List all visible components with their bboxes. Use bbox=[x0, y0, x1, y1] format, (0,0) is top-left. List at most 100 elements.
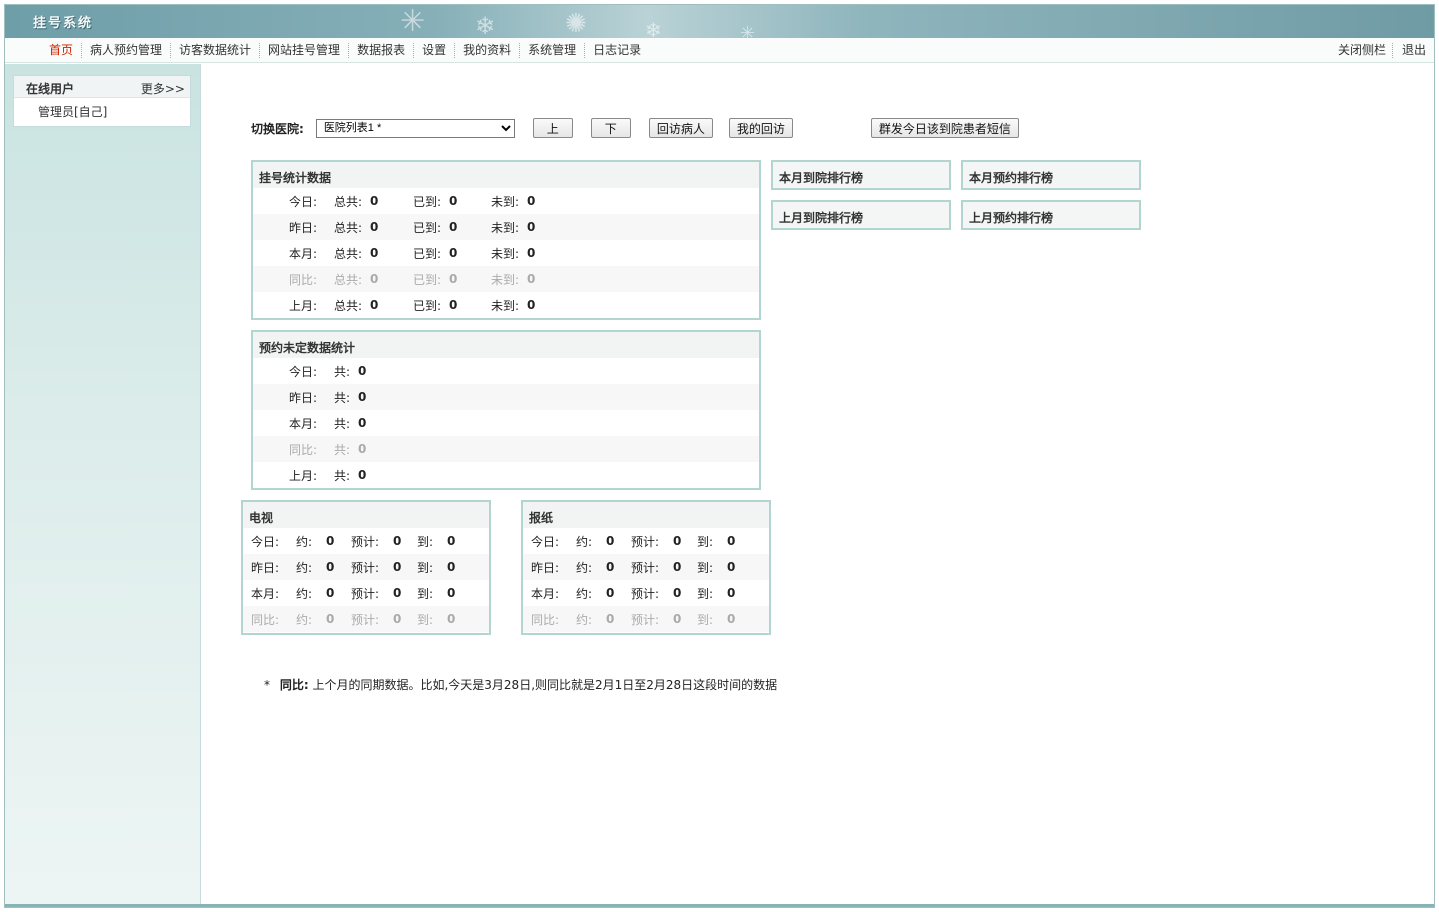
online-users-box: 在线用户 更多>> 管理员[自己] bbox=[13, 75, 191, 127]
pending-row: 昨日: 共: 0 bbox=[253, 384, 759, 410]
tv-arrived-value: 0 bbox=[447, 534, 456, 548]
newspaper-row-label: 昨日: bbox=[531, 560, 560, 575]
not-arrived-value: 0 bbox=[527, 272, 536, 286]
tv-row: 同比: 约: 0 预计: 0 到: 0 bbox=[243, 606, 489, 632]
hospital-select[interactable]: 医院列表1 * bbox=[315, 118, 515, 138]
pending-total-label: 共: bbox=[334, 416, 351, 431]
menu-item-home[interactable]: 首页 bbox=[41, 43, 81, 58]
arrived-label: 已到: bbox=[413, 298, 442, 313]
total-label: 总共: bbox=[334, 298, 363, 313]
online-users-more-link[interactable]: 更多>> bbox=[141, 80, 185, 97]
last-month-arrival-ranking[interactable]: 上月到院排行榜 bbox=[771, 200, 951, 230]
footnote-term: 同比: bbox=[279, 678, 309, 692]
menu-item-web-registration[interactable]: 网站挂号管理 bbox=[259, 43, 348, 58]
online-user-item[interactable]: 管理员[自己] bbox=[38, 103, 107, 120]
tv-media-title: 电视 bbox=[243, 502, 489, 528]
arrived-label: 已到: bbox=[413, 220, 442, 235]
menu-item-my-profile[interactable]: 我的资料 bbox=[454, 43, 519, 58]
registration-stats-title: 挂号统计数据 bbox=[253, 162, 759, 188]
stats-row: 本月: 总共: 0 已到: 0 未到: 0 bbox=[253, 240, 759, 266]
tv-row-label: 同比: bbox=[251, 612, 280, 627]
sidebar: 在线用户 更多>> 管理员[自己] bbox=[5, 64, 201, 907]
newspaper-arrived-value: 0 bbox=[727, 612, 736, 626]
stats-row: 上月: 总共: 0 已到: 0 未到: 0 bbox=[253, 292, 759, 318]
tv-expected-label: 预计: bbox=[351, 560, 380, 575]
tv-booked-value: 0 bbox=[326, 534, 335, 548]
stats-row-label: 本月: bbox=[289, 246, 318, 261]
newspaper-arrived-value: 0 bbox=[727, 534, 736, 548]
newspaper-arrived-label: 到: bbox=[697, 560, 714, 575]
snowflake-decoration-icon: ❄ bbox=[645, 18, 662, 38]
snowflake-decoration-icon: ✳ bbox=[740, 23, 756, 38]
registration-stats-panel: 挂号统计数据 今日: 总共: 0 已到: 0 未到: 0 昨日: 总共: 0 已到: 0 未到: 0 本月:… bbox=[251, 160, 761, 320]
newspaper-arrived-value: 0 bbox=[727, 560, 736, 574]
this-month-booking-ranking[interactable]: 本月预约排行榜 bbox=[961, 160, 1141, 190]
close-sidebar-link[interactable]: 关闭侧栏 bbox=[1329, 43, 1392, 58]
tv-arrived-label: 到: bbox=[417, 534, 434, 549]
pending-total-value: 0 bbox=[358, 442, 367, 456]
pending-total-value: 0 bbox=[358, 364, 367, 378]
newspaper-expected-value: 0 bbox=[673, 534, 682, 548]
total-label: 总共: bbox=[334, 272, 363, 287]
pending-row: 同比: 共: 0 bbox=[253, 436, 759, 462]
stats-row-label: 昨日: bbox=[289, 220, 318, 235]
last-month-booking-ranking[interactable]: 上月预约排行榜 bbox=[961, 200, 1141, 230]
menu-right: 关闭侧栏 退出 bbox=[1329, 43, 1432, 58]
menu-item-logs[interactable]: 日志记录 bbox=[584, 43, 649, 58]
tv-expected-value: 0 bbox=[393, 560, 402, 574]
pending-row: 上月: 共: 0 bbox=[253, 462, 759, 488]
arrived-value: 0 bbox=[449, 220, 458, 234]
not-arrived-value: 0 bbox=[527, 220, 536, 234]
tv-booked-label: 约: bbox=[296, 534, 313, 549]
app-title: 挂号系统 bbox=[33, 16, 94, 31]
this-month-arrival-ranking[interactable]: 本月到院排行榜 bbox=[771, 160, 951, 190]
sms-broadcast-button[interactable]: 群发今日该到院患者短信 bbox=[870, 118, 1019, 138]
menu-item-appointments[interactable]: 病人预约管理 bbox=[81, 43, 170, 58]
menu-item-reports[interactable]: 数据报表 bbox=[348, 43, 413, 58]
newspaper-arrived-label: 到: bbox=[697, 586, 714, 601]
main-menu-bar: 首页 病人预约管理 访客数据统计 网站挂号管理 数据报表 设置 我的资料 系统管… bbox=[5, 38, 1434, 63]
tv-booked-label: 约: bbox=[296, 612, 313, 627]
newspaper-booked-value: 0 bbox=[606, 586, 615, 600]
title-banner: 挂号系统 ✳ ❄ ✺ ❄ ✳ bbox=[5, 5, 1434, 38]
menu-item-settings[interactable]: 设置 bbox=[413, 43, 454, 58]
pending-total-value: 0 bbox=[358, 390, 367, 404]
logout-link[interactable]: 退出 bbox=[1391, 43, 1432, 58]
menu-item-system-admin[interactable]: 系统管理 bbox=[519, 43, 584, 58]
newspaper-row: 本月: 约: 0 预计: 0 到: 0 bbox=[523, 580, 769, 606]
tv-arrived-label: 到: bbox=[417, 560, 434, 575]
newspaper-media-panel: 报纸 今日: 约: 0 预计: 0 到: 0 昨日: 约: 0 预计: 0 到: 0 本月: 约: 0 预计: 0 到… bbox=[521, 500, 771, 635]
arrived-label: 已到: bbox=[413, 272, 442, 287]
snowflake-decoration-icon: ✳ bbox=[400, 5, 426, 38]
menu-item-visitor-stats[interactable]: 访客数据统计 bbox=[170, 43, 259, 58]
tv-row-label: 昨日: bbox=[251, 560, 280, 575]
tv-booked-value: 0 bbox=[326, 612, 335, 626]
not-arrived-label: 未到: bbox=[491, 272, 520, 287]
newspaper-booked-value: 0 bbox=[606, 612, 615, 626]
newspaper-expected-label: 预计: bbox=[631, 612, 660, 627]
revisit-patient-button[interactable]: 回访病人 bbox=[648, 118, 713, 138]
newspaper-row: 昨日: 约: 0 预计: 0 到: 0 bbox=[523, 554, 769, 580]
total-value: 0 bbox=[370, 194, 379, 208]
newspaper-expected-label: 预计: bbox=[631, 534, 660, 549]
next-hospital-button[interactable]: 下 bbox=[590, 118, 631, 138]
arrived-label: 已到: bbox=[413, 194, 442, 209]
tv-expected-label: 预计: bbox=[351, 586, 380, 601]
total-value: 0 bbox=[370, 298, 379, 312]
pending-row-label: 本月: bbox=[289, 416, 318, 431]
main-menu: 首页 病人预约管理 访客数据统计 网站挂号管理 数据报表 设置 我的资料 系统管… bbox=[41, 43, 649, 58]
hospital-toolbar: 切换医院: 医院列表1 * 上 下 回访病人 我的回访 群发今日该到院患者短信 bbox=[251, 118, 1019, 138]
stats-row: 昨日: 总共: 0 已到: 0 未到: 0 bbox=[253, 214, 759, 240]
not-arrived-label: 未到: bbox=[491, 246, 520, 261]
my-revisit-button[interactable]: 我的回访 bbox=[728, 118, 793, 138]
tv-row: 今日: 约: 0 预计: 0 到: 0 bbox=[243, 528, 489, 554]
tv-arrived-label: 到: bbox=[417, 612, 434, 627]
newspaper-arrived-label: 到: bbox=[697, 612, 714, 627]
tv-expected-value: 0 bbox=[393, 534, 402, 548]
newspaper-row-label: 本月: bbox=[531, 586, 560, 601]
previous-hospital-button[interactable]: 上 bbox=[532, 118, 573, 138]
arrived-value: 0 bbox=[449, 246, 458, 260]
total-label: 总共: bbox=[334, 246, 363, 261]
newspaper-row-label: 同比: bbox=[531, 612, 560, 627]
not-arrived-label: 未到: bbox=[491, 298, 520, 313]
